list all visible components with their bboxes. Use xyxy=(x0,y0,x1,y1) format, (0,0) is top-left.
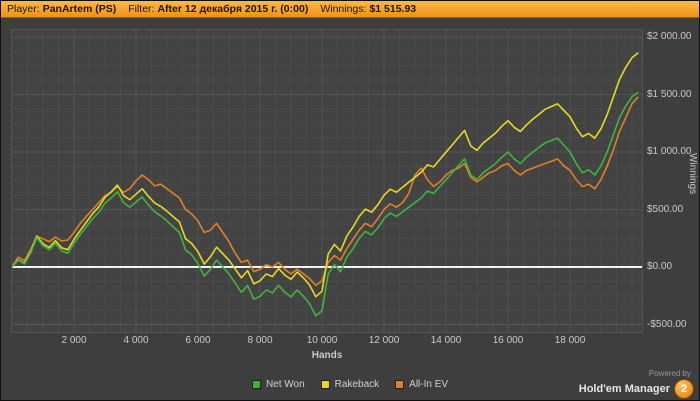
x-tick-label: 6 000 xyxy=(185,335,211,346)
winnings-label: Winnings: xyxy=(320,3,367,15)
y-tick-label: $1 000.00 xyxy=(647,146,692,158)
legend-swatch-icon xyxy=(320,380,330,389)
x-tick-label: 18 000 xyxy=(554,335,586,346)
winnings-value: $1 515.93 xyxy=(369,3,417,15)
legend-label: Net Won xyxy=(265,379,305,390)
filter-label: Filter: xyxy=(128,3,155,15)
y-axis-title: Winnings xyxy=(687,153,698,195)
y-tick-label: $2 000.00 xyxy=(647,31,692,42)
x-tick-label: 2 000 xyxy=(61,335,87,346)
series-line-net-won xyxy=(12,91,639,317)
x-tick-label: 16 000 xyxy=(492,335,524,346)
x-tick-label: 10 000 xyxy=(306,335,338,346)
powered-by-text: Powered by xyxy=(648,369,691,378)
series-line-rakeback xyxy=(12,52,639,298)
brand-name: Hold'em Manager xyxy=(578,383,670,395)
legend-label: Rakeback xyxy=(334,379,380,390)
y-tick-label: $1 500.00 xyxy=(647,88,692,100)
player-value: PanArtem (PS) xyxy=(42,3,117,15)
x-tick-label: 8 000 xyxy=(247,335,273,346)
legend-item-all-in-ev: All-In EV xyxy=(395,379,448,390)
x-tick-label: 12 000 xyxy=(368,335,400,346)
legend-item-rakeback: Rakeback xyxy=(320,379,380,390)
winnings-graph[interactable] xyxy=(11,29,643,333)
hm2-logo-icon: 2 xyxy=(674,379,694,399)
legend-label: All-In EV xyxy=(409,379,449,390)
filter-value: After 12 декабря 2015 г. (0:00) xyxy=(157,3,309,15)
legend: Net Won Rakeback All-In EV xyxy=(251,379,448,390)
series-line-all-in-ev xyxy=(12,96,639,287)
x-axis-title: Hands xyxy=(311,350,343,361)
legend-item-net-won: Net Won xyxy=(251,379,305,390)
powered-by: Powered by Hold'em Manager 2 xyxy=(579,369,694,399)
y-tick-label: $0.00 xyxy=(647,261,673,273)
y-tick-label: -$500.00 xyxy=(647,318,687,330)
x-tick-label: 14 000 xyxy=(430,335,462,346)
legend-swatch-icon xyxy=(251,380,261,389)
title-bar: Player: PanArtem (PS) Filter: After 12 дека… xyxy=(1,1,699,18)
player-label: Player: xyxy=(7,3,40,15)
legend-swatch-icon xyxy=(395,380,405,389)
y-tick-label: $500.00 xyxy=(647,203,684,215)
x-tick-label: 4 000 xyxy=(123,335,149,346)
hm2-graph-window: Player: PanArtem (PS) Filter: After 12 дека… xyxy=(0,0,700,401)
